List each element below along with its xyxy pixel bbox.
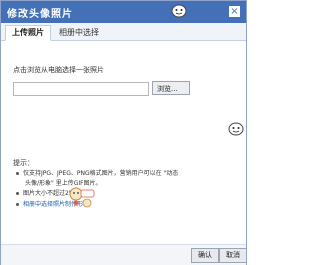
cancel-button[interactable]: 取消 <box>219 248 247 263</box>
close-icon[interactable]: × <box>229 6 240 17</box>
bullet-icon <box>16 171 19 175</box>
file-path-input[interactable] <box>13 82 149 96</box>
tip-format: 仅支持JPG、JPEG、PNG格式图片，营销用户可以在 "动态 <box>13 168 233 177</box>
tip-format-text: 仅支持JPG、JPEG、PNG格式图片，营销用户可以在 "动态 <box>23 170 179 177</box>
bullet-icon <box>16 191 19 195</box>
dialog-title: 修改头像照片 <box>7 9 73 20</box>
tab-bar: 上传照片 相册中选择 <box>1 23 246 41</box>
cartoon-face-icon <box>171 4 187 18</box>
browse-button[interactable]: 浏览... <box>152 81 190 95</box>
tab-upload-photo[interactable]: 上传照片 <box>5 25 51 41</box>
tip-size: 图片大小不超过2M <box>13 188 74 197</box>
avatar-dialog: 修改头像照片 × 上传照片 相册中选择 点击浏览从电脑选择一张照片 浏览... … <box>0 0 247 265</box>
love-sticker-icon <box>69 187 95 208</box>
dialog-titlebar[interactable]: 修改头像照片 × <box>1 1 246 23</box>
confirm-button[interactable]: 确认 <box>191 248 219 263</box>
cartoon-face-icon <box>228 122 244 136</box>
tips-title: 提示： <box>13 159 34 167</box>
upload-prompt: 点击浏览从电脑选择一张照片 <box>13 66 104 74</box>
bullet-icon <box>16 202 19 206</box>
tab-choose-from-album[interactable]: 相册中选择 <box>53 26 105 40</box>
dialog-footer: 确认 取消 <box>1 244 247 265</box>
